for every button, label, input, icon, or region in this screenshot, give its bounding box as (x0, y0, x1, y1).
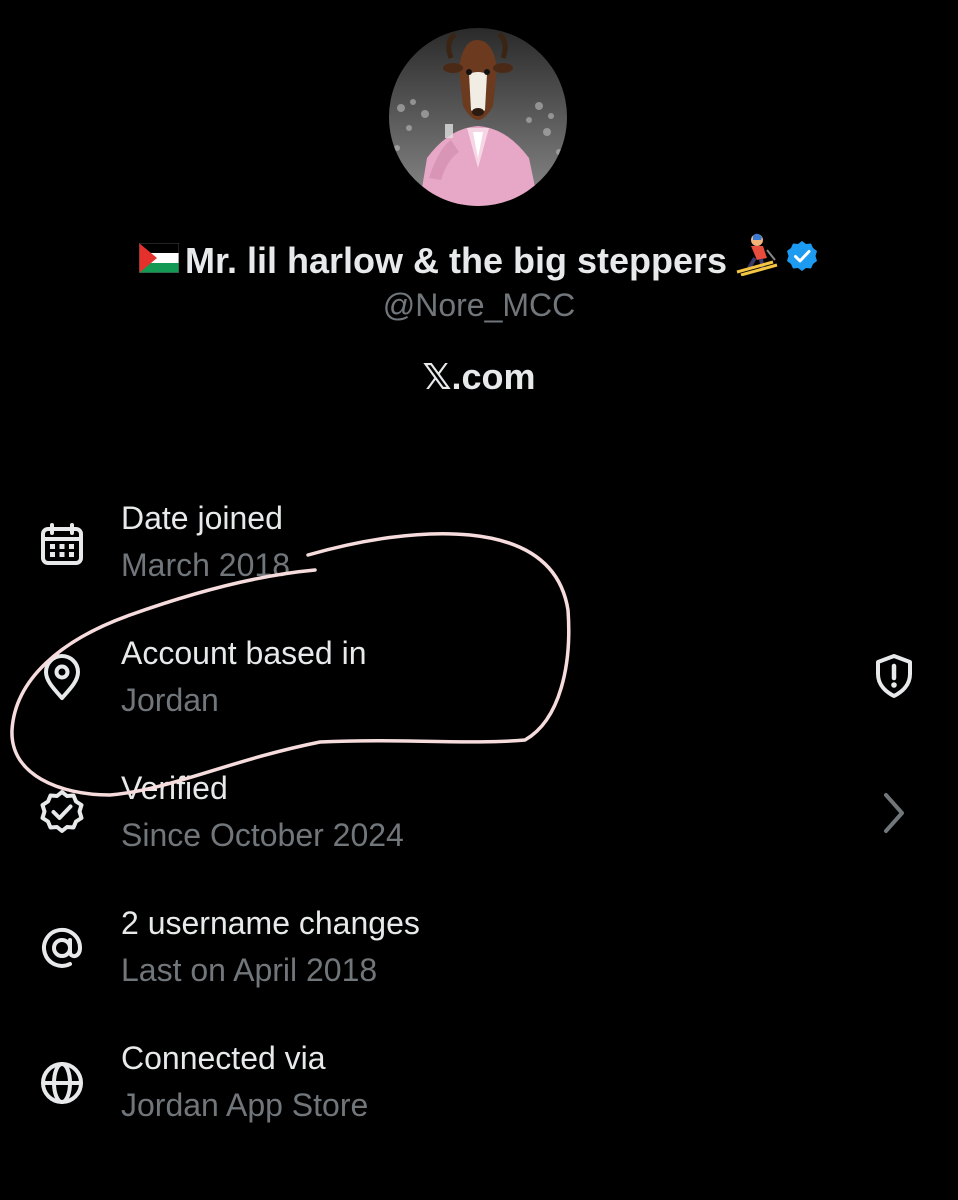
avatar-image (389, 28, 567, 206)
detail-row-verified[interactable]: Verified Since October 2024 (0, 767, 958, 877)
verified-check-icon (36, 787, 88, 839)
profile-avatar[interactable] (389, 28, 567, 206)
verified-badge-icon[interactable] (785, 235, 819, 287)
location-pin-icon (36, 652, 88, 704)
detail-value: Jordan App Store (121, 1087, 369, 1123)
palestine-flag-icon (138, 235, 180, 287)
detail-row-date-joined: Date joined March 2018 (0, 497, 958, 607)
display-name: Mr. lil harlow & the big steppers (184, 240, 728, 281)
detail-value: Last on April 2018 (121, 952, 378, 988)
detail-row-account-based-in: Account based in Jordan (0, 632, 958, 742)
detail-value: Since October 2024 (121, 817, 404, 853)
globe-icon (36, 1057, 88, 1109)
detail-value: Jordan (121, 682, 219, 718)
profile-handle: @Nore_MCC (382, 287, 576, 323)
detail-value: March 2018 (121, 547, 290, 583)
detail-title: Date joined (121, 500, 283, 536)
detail-title: 2 username changes (121, 905, 420, 941)
calendar-icon (36, 519, 88, 571)
shield-alert-icon[interactable] (870, 652, 918, 700)
profile-website-link[interactable]: 𝕏.com (0, 355, 958, 399)
display-name-row: Mr. lil harlow & the big steppers (0, 232, 958, 290)
skier-icon (733, 232, 779, 290)
at-sign-icon (36, 922, 88, 974)
detail-row-connected-via: Connected via Jordan App Store (0, 1037, 958, 1147)
detail-title: Verified (121, 770, 228, 806)
detail-row-username-changes: 2 username changes Last on April 2018 (0, 902, 958, 1012)
chevron-right-icon[interactable] (870, 789, 918, 837)
detail-title: Connected via (121, 1040, 326, 1076)
detail-title: Account based in (121, 635, 367, 671)
